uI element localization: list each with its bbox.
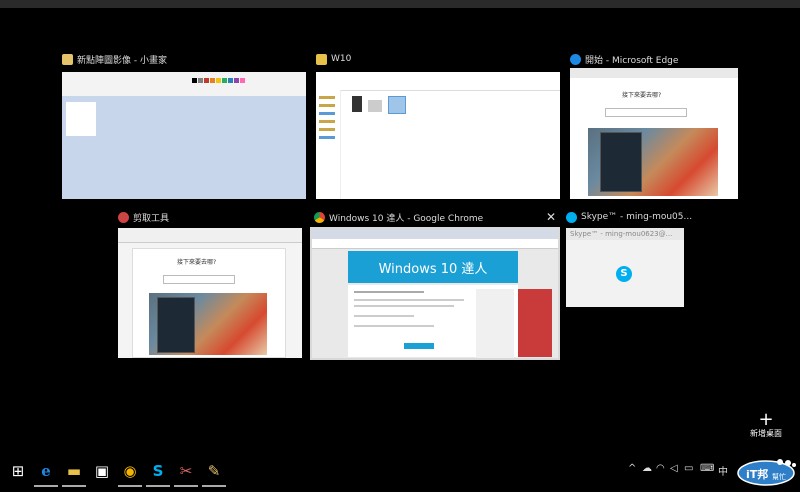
edge-news-photo [588, 128, 718, 196]
paint-canvas-area [62, 96, 306, 199]
taskbar: ⊞ e ▬ ▣ ◉ S ✂ ✎ ^ ☁ ◠ ◁ ▭ ⌨ 中 [0, 451, 800, 492]
close-icon[interactable]: ✕ [546, 210, 556, 224]
chrome-site-banner: Windows 10 達人 [348, 251, 518, 283]
window-card-chrome[interactable]: Windows 10 達人 - Google Chrome ✕ Windows … [310, 208, 560, 360]
volume-icon[interactable]: ◁ [670, 463, 678, 474]
top-strip [0, 0, 800, 8]
edge-heading: 接下來要去哪? [622, 92, 662, 99]
new-desktop-button[interactable]: + 新增桌面 [748, 409, 784, 439]
wifi-icon[interactable]: ◠ [656, 463, 665, 474]
ime-indicator[interactable]: 中 [718, 463, 728, 478]
battery-icon[interactable]: ▭ [684, 463, 693, 474]
paint-canvas [66, 102, 96, 136]
file-explorer-icon[interactable]: ▬ [60, 457, 88, 487]
window-card-snipping-tool[interactable]: 剪取工具 接下來要去哪? [118, 208, 304, 358]
window-title-paint: 新點陣圖影像 - 小畫家 [62, 50, 167, 68]
snip-search-box [163, 275, 235, 284]
edge-toolbar [570, 68, 738, 78]
window-title-chrome: Windows 10 達人 - Google Chrome [314, 208, 483, 226]
file-thumbnail [352, 96, 362, 112]
store-icon[interactable]: ▣ [88, 457, 116, 485]
chrome-ad [518, 289, 552, 357]
svg-text:iT邦: iT邦 [746, 467, 768, 481]
file-thumbnail [368, 100, 382, 112]
window-title-skype: Skype™ - ming-mou05... [566, 208, 692, 226]
snipping-toolbar [118, 228, 302, 243]
chrome-icon [314, 211, 325, 223]
edge-icon [570, 53, 581, 65]
skype-icon[interactable]: S [144, 457, 172, 487]
snip-heading: 接下來要去哪? [177, 259, 217, 266]
svg-text:幫忙: 幫忙 [772, 472, 786, 481]
window-title-edge: 開始 - Microsoft Edge [570, 50, 678, 68]
chrome-omnibox [312, 239, 558, 249]
plus-icon: + [758, 409, 774, 430]
chrome-thumbnail[interactable]: Windows 10 達人 [310, 227, 560, 360]
keyboard-icon[interactable]: ⌨ [700, 463, 714, 474]
snipping-thumbnail[interactable]: 接下來要去哪? [118, 228, 302, 358]
show-hidden-icons-chevron[interactable]: ^ [628, 463, 636, 474]
edge-thumbnail[interactable]: 接下來要去哪? [570, 68, 738, 199]
new-desktop-label: 新增桌面 [750, 429, 782, 438]
windows-start-icon[interactable]: ⊞ [4, 457, 32, 485]
window-card-edge[interactable]: 開始 - Microsoft Edge 接下來要去哪? [570, 50, 738, 200]
window-card-paint[interactable]: 新點陣圖影像 - 小畫家 [62, 50, 306, 200]
folder-icon [316, 53, 327, 65]
file-thumbnail [388, 96, 406, 114]
chrome-icon[interactable]: ◉ [116, 457, 144, 487]
paint-icon [62, 53, 73, 65]
explorer-ribbon [316, 72, 560, 91]
skype-icon [566, 211, 577, 223]
snip-photo [149, 293, 267, 355]
window-title-explorer: W10 [316, 50, 351, 68]
chrome-sidebar [476, 289, 514, 358]
window-card-explorer[interactable]: W10 [316, 50, 560, 200]
skype-thumbnail[interactable]: Skype™ - ming-mou0623@... S [566, 228, 684, 307]
paint-ribbon [62, 72, 306, 97]
chrome-article-button [404, 343, 434, 349]
window-card-skype[interactable]: Skype™ - ming-mou05... Skype™ - ming-mou… [566, 208, 692, 308]
snipping-tool-icon[interactable]: ✂ [172, 457, 200, 487]
paint-icon[interactable]: ✎ [200, 457, 228, 487]
paint-thumbnail[interactable] [62, 72, 306, 199]
edge-icon[interactable]: e [32, 457, 60, 487]
snipping-capture: 接下來要去哪? [132, 248, 286, 358]
ithome-watermark-logo: iT邦 幫忙 [737, 459, 796, 486]
people-icon[interactable]: ☁ [642, 463, 652, 474]
chrome-tabstrip [312, 229, 558, 239]
explorer-nav-pane [316, 90, 341, 199]
explorer-thumbnail[interactable] [316, 72, 560, 199]
window-title-snipping: 剪取工具 [118, 208, 169, 226]
skype-title-bar: Skype™ - ming-mou0623@... [566, 228, 684, 240]
snipping-tool-icon [118, 211, 129, 223]
skype-logo-icon: S [616, 266, 632, 282]
edge-search-box [605, 108, 687, 117]
